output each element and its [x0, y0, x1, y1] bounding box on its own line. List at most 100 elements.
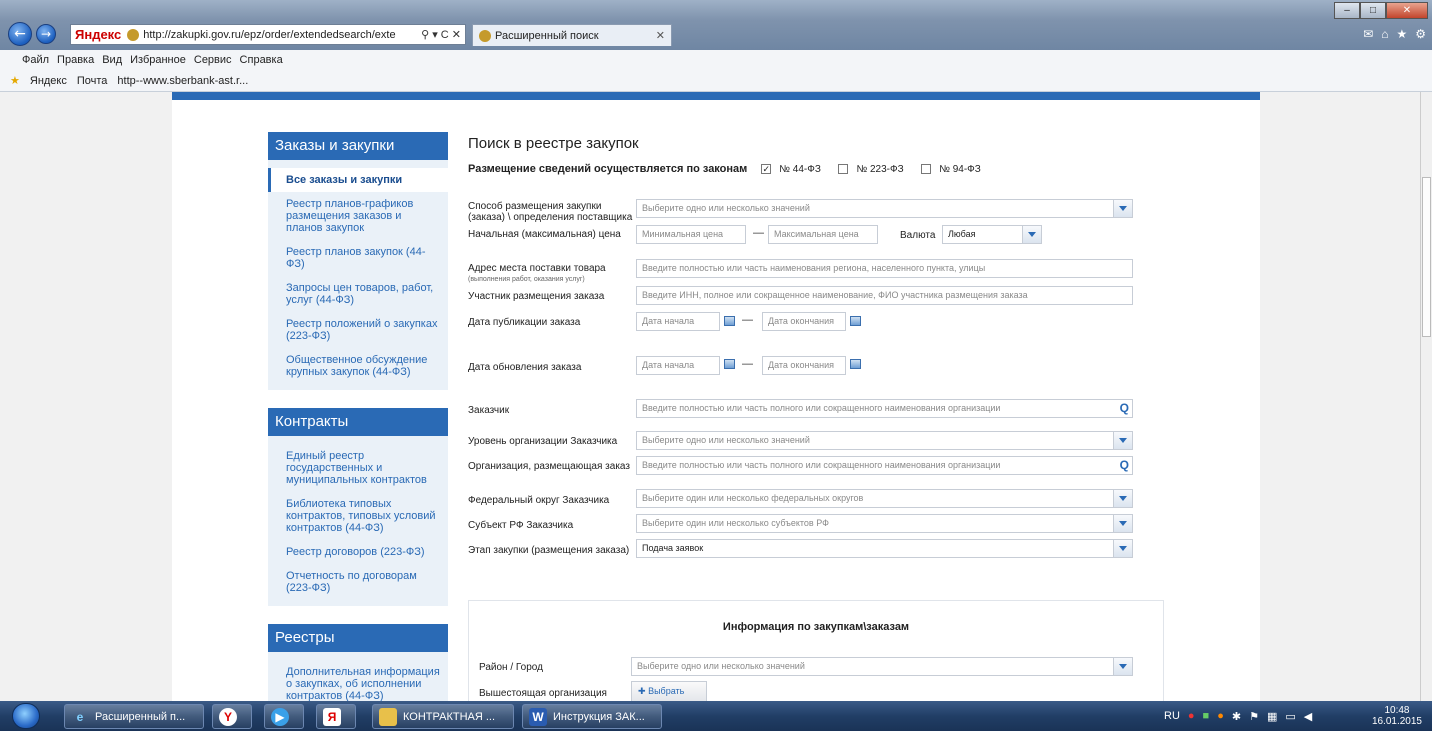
stage-select[interactable]: Подача заявок: [636, 539, 1133, 558]
language-indicator[interactable]: RU: [1164, 710, 1180, 722]
back-button[interactable]: ←: [8, 22, 32, 46]
sidebar-section-title: Заказы и закупки: [268, 132, 448, 160]
sidebar-list: Дополнительная информация о закупках, об…: [268, 652, 448, 701]
price-min-input[interactable]: Минимальная цена: [636, 225, 746, 244]
calendar-icon[interactable]: [724, 359, 735, 369]
bluetooth-icon[interactable]: ✱: [1232, 710, 1241, 723]
clock[interactable]: 10:48 16.01.2015: [1372, 705, 1422, 727]
city-select[interactable]: Выберите одно или несколько значений: [631, 657, 1133, 676]
scrollbar-thumb[interactable]: [1422, 177, 1431, 337]
chevron-down-icon[interactable]: [1113, 432, 1132, 449]
fav-yandex[interactable]: Яндекс: [30, 75, 67, 87]
sidebar-list: Единый реестр государственных и муниципа…: [268, 436, 448, 606]
taskbar-word-button[interactable]: W Инструкция ЗАК...: [522, 704, 662, 729]
network-icon[interactable]: ▦: [1267, 710, 1277, 723]
org-label: Организация, размещающая заказ: [468, 461, 630, 472]
menu-favorites[interactable]: Избранное: [130, 54, 186, 66]
chevron-down-icon[interactable]: [1022, 226, 1041, 243]
fav-mail[interactable]: Почта: [77, 75, 108, 87]
search-icon[interactable]: Q: [1120, 457, 1129, 474]
mail-icon[interactable]: ✉: [1363, 27, 1373, 41]
participant-input[interactable]: Введите ИНН, полное или сокращенное наим…: [636, 286, 1133, 305]
participant-label: Участник размещения заказа: [468, 291, 605, 302]
menu-help[interactable]: Справка: [240, 54, 283, 66]
city-label: Район / Город: [479, 662, 543, 673]
district-placeholder: Выберите один или несколько федеральных …: [642, 493, 864, 503]
start-button[interactable]: [12, 703, 40, 729]
minimize-button[interactable]: –: [1334, 2, 1360, 19]
menu-view[interactable]: Вид: [102, 54, 122, 66]
org-input[interactable]: Введите полностью или часть полного или …: [636, 456, 1133, 475]
menu-bar: Файл Правка Вид Избранное Сервис Справка: [0, 50, 1432, 70]
calendar-icon[interactable]: [724, 316, 735, 326]
taskbar-media-button[interactable]: ▶: [264, 704, 304, 729]
search-icon[interactable]: Q: [1120, 400, 1129, 417]
sidebar-item-public-discussion[interactable]: Общественное обсуждение крупных закупок …: [268, 348, 448, 384]
address-bar[interactable]: Яндекс http://zakupki.gov.ru/epz/order/e…: [70, 24, 466, 45]
fav-sberbank[interactable]: http--www.sberbank-ast.r...: [117, 75, 248, 87]
customer-input[interactable]: Введите полностью или часть полного или …: [636, 399, 1133, 418]
calendar-icon[interactable]: [850, 359, 861, 369]
taskbar-yandex-browser-button[interactable]: Y: [212, 704, 252, 729]
browser-tab[interactable]: Расширенный поиск ✕: [472, 24, 672, 46]
chevron-down-icon[interactable]: [1113, 200, 1132, 217]
method-select[interactable]: Выберите одно или несколько значений: [636, 199, 1133, 218]
taskbar-yandex-button[interactable]: Я: [316, 704, 356, 729]
subject-select[interactable]: Выберите один или несколько субъектов РФ: [636, 514, 1133, 533]
law-223-checkbox[interactable]: [838, 164, 849, 174]
address-input[interactable]: Введите полностью или часть наименования…: [636, 259, 1133, 278]
menu-file[interactable]: Файл: [22, 54, 49, 66]
settings-gear-icon[interactable]: ⚙: [1415, 27, 1426, 41]
sidebar-item-regulations-223[interactable]: Реестр положений о закупках (223-ФЗ): [268, 312, 448, 348]
chevron-down-icon[interactable]: [1113, 540, 1132, 557]
tray-icon[interactable]: ●: [1188, 710, 1195, 722]
sidebar-item-additional-info[interactable]: Дополнительная информация о закупках, об…: [268, 660, 448, 701]
favorites-star-icon[interactable]: ★: [10, 74, 20, 87]
taskbar-ie-button[interactable]: e Расширенный п...: [64, 704, 204, 729]
price-max-input[interactable]: Максимальная цена: [768, 225, 878, 244]
law-94-checkbox[interactable]: [921, 164, 932, 174]
level-select[interactable]: Выберите одно или несколько значений: [636, 431, 1133, 450]
district-select[interactable]: Выберите один или несколько федеральных …: [636, 489, 1133, 508]
close-window-button[interactable]: ✕: [1386, 2, 1428, 19]
chevron-down-icon[interactable]: [1113, 490, 1132, 507]
sidebar-item-contract-library[interactable]: Библиотека типовых контрактов, типовых у…: [268, 492, 448, 540]
info-panel: Информация по закупкам\заказам Район / Г…: [468, 600, 1164, 701]
menu-tools[interactable]: Сервис: [194, 54, 232, 66]
taskbar-item-label: Расширенный п...: [95, 710, 186, 723]
taskbar-folder-button[interactable]: КОНТРАКТНАЯ ...: [372, 704, 514, 729]
currency-select[interactable]: Любая: [942, 225, 1042, 244]
favorites-star-icon[interactable]: ★: [1396, 27, 1407, 41]
chevron-down-icon[interactable]: [1113, 515, 1132, 532]
volume-icon[interactable]: ◀: [1304, 710, 1312, 723]
sidebar-item-agreements-223[interactable]: Реестр договоров (223-ФЗ): [268, 540, 448, 564]
upddate-start-input[interactable]: Дата начала: [636, 356, 720, 375]
sidebar-item-reporting-223[interactable]: Отчетность по договорам (223-ФЗ): [268, 564, 448, 600]
tray-icon[interactable]: ●: [1217, 710, 1224, 722]
home-icon[interactable]: ⌂: [1381, 27, 1388, 41]
vertical-scrollbar[interactable]: [1420, 92, 1432, 701]
page-content: Заказы и закупки Все заказы и закупки Ре…: [172, 100, 1260, 701]
maximize-button[interactable]: □: [1360, 2, 1386, 19]
sidebar: Заказы и закупки Все заказы и закупки Ре…: [268, 132, 448, 701]
sidebar-item-plan-schedules[interactable]: Реестр планов-графиков размещения заказо…: [268, 192, 448, 240]
sidebar-item-contract-registry[interactable]: Единый реестр государственных и муниципа…: [268, 444, 448, 492]
pubdate-end-input[interactable]: Дата окончания: [762, 312, 846, 331]
law-44-checkbox[interactable]: ✓: [761, 164, 772, 174]
display-icon[interactable]: ▭: [1285, 710, 1295, 723]
sidebar-item-plans-44[interactable]: Реестр планов закупок (44-ФЗ): [268, 240, 448, 276]
forward-button[interactable]: →: [36, 24, 56, 44]
close-tab-icon[interactable]: ✕: [656, 29, 665, 42]
search-refresh-icon[interactable]: ⚲ ▾ C ✕: [421, 28, 461, 41]
sidebar-item-price-requests[interactable]: Запросы цен товаров, работ, услуг (44-ФЗ…: [268, 276, 448, 312]
pubdate-start-input[interactable]: Дата начала: [636, 312, 720, 331]
tray-icon[interactable]: ■: [1203, 710, 1210, 722]
calendar-icon[interactable]: [850, 316, 861, 326]
tab-title: Расширенный поиск: [495, 29, 599, 42]
menu-edit[interactable]: Правка: [57, 54, 94, 66]
sidebar-item-all-orders[interactable]: Все заказы и закупки: [268, 168, 448, 192]
upddate-end-input[interactable]: Дата окончания: [762, 356, 846, 375]
choose-button[interactable]: ✚ Выбрать: [631, 681, 707, 701]
flag-icon[interactable]: ⚑: [1249, 710, 1259, 723]
chevron-down-icon[interactable]: [1113, 658, 1132, 675]
